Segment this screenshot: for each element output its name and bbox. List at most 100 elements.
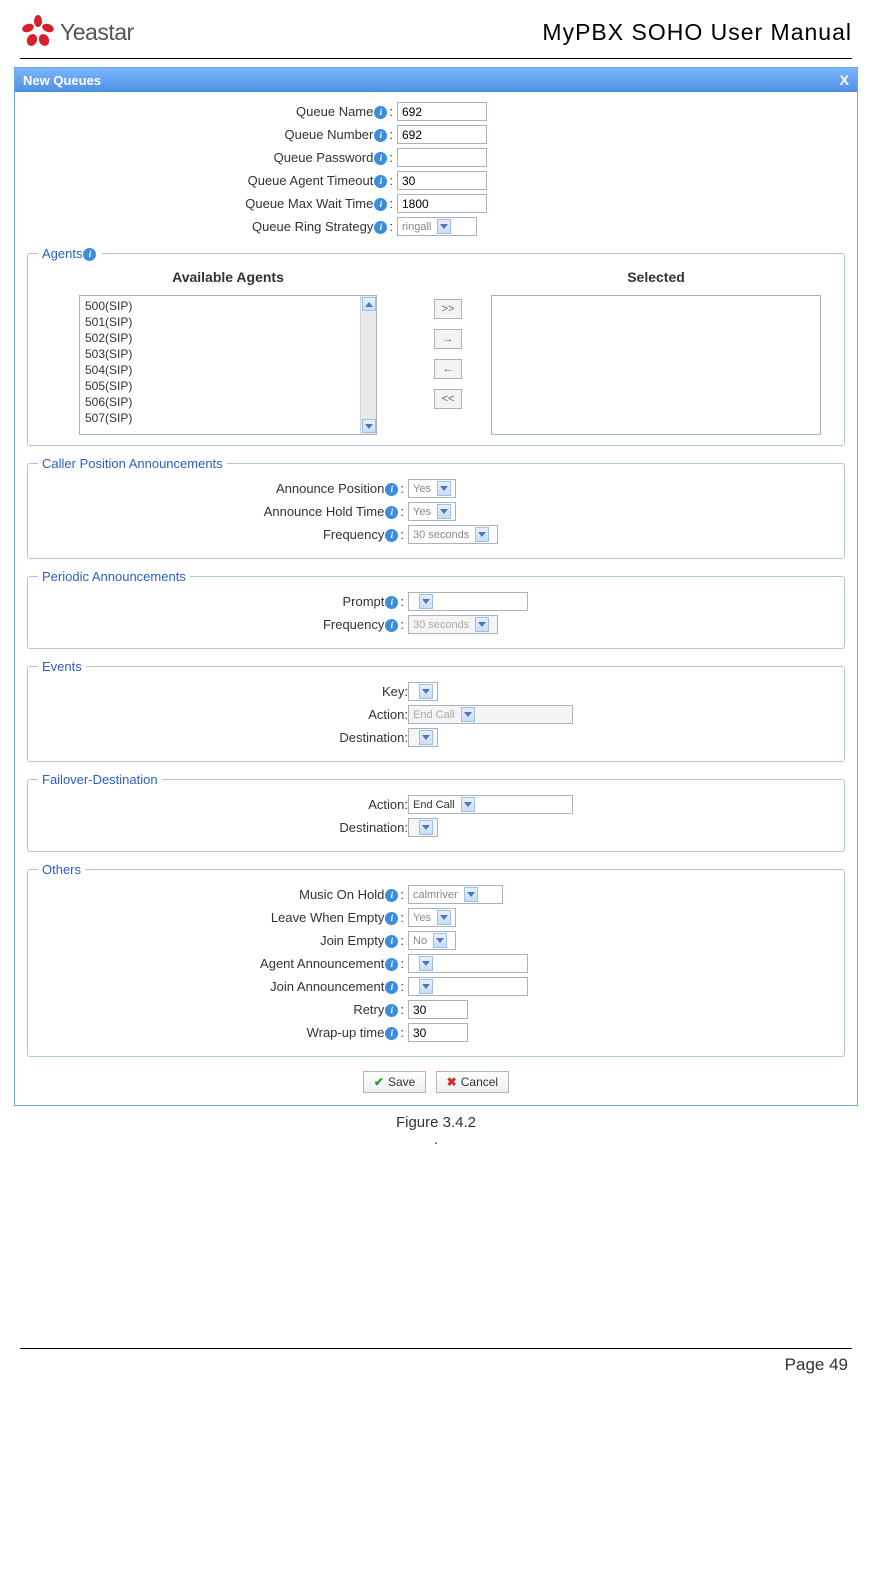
info-icon[interactable]: i	[385, 958, 398, 971]
join-empty-select[interactable]: No	[408, 931, 456, 950]
move-all-right-button[interactable]: >>	[434, 299, 462, 319]
info-icon[interactable]: i	[374, 221, 387, 234]
caller-position-fieldset: Caller Position Announcements Announce P…	[27, 456, 845, 559]
periodic-legend: Periodic Announcements	[38, 569, 190, 584]
info-icon[interactable]: i	[374, 152, 387, 165]
announce-hold-label: Announce Hold Time	[264, 504, 385, 519]
info-icon[interactable]: i	[374, 106, 387, 119]
chevron-down-icon	[464, 887, 478, 902]
prompt-select[interactable]	[408, 592, 528, 611]
logo-icon	[20, 14, 56, 50]
fo-destination-label: Destination:	[339, 820, 408, 835]
wrapup-label: Wrap-up time	[307, 1025, 385, 1040]
retry-input[interactable]	[408, 1000, 468, 1019]
queue-password-input[interactable]	[397, 148, 487, 167]
chevron-down-icon	[419, 820, 433, 835]
move-right-button[interactable]: →	[434, 329, 462, 349]
chevron-down-icon	[461, 707, 475, 722]
list-item[interactable]: 507(SIP)	[82, 410, 358, 426]
available-agents-title: Available Agents	[172, 269, 284, 285]
info-icon[interactable]: i	[374, 129, 387, 142]
scrollbar[interactable]	[360, 296, 376, 434]
others-fieldset: Others Music On Holdi:calmriver Leave Wh…	[27, 862, 845, 1057]
info-icon[interactable]: i	[385, 483, 398, 496]
info-icon[interactable]: i	[374, 198, 387, 211]
move-left-button[interactable]: ←	[434, 359, 462, 379]
scroll-down-icon[interactable]	[362, 419, 376, 433]
list-item[interactable]: 500(SIP)	[82, 298, 358, 314]
logo: Yeastar	[20, 14, 134, 50]
info-icon[interactable]: i	[385, 1004, 398, 1017]
figure-period: .	[14, 1131, 858, 1148]
list-item[interactable]: 506(SIP)	[82, 394, 358, 410]
window-titlebar: New Queues X	[15, 68, 857, 92]
save-button[interactable]: ✔Save	[363, 1071, 426, 1093]
key-label: Key:	[382, 684, 408, 699]
queue-password-label: Queue Password	[274, 150, 374, 165]
moh-select[interactable]: calmriver	[408, 885, 503, 904]
selected-agents-listbox[interactable]	[491, 295, 821, 435]
agent-ann-select[interactable]	[408, 954, 528, 973]
fo-action-label: Action:	[368, 797, 408, 812]
figure-caption: Figure 3.4.2	[14, 1114, 858, 1131]
info-icon[interactable]: i	[374, 175, 387, 188]
chevron-down-icon	[419, 684, 433, 699]
chevron-down-icon	[419, 979, 433, 994]
move-all-left-button[interactable]: <<	[434, 389, 462, 409]
queue-name-label: Queue Name	[296, 104, 373, 119]
leave-empty-select[interactable]: Yes	[408, 908, 456, 927]
chevron-down-icon	[419, 730, 433, 745]
list-item[interactable]: 505(SIP)	[82, 378, 358, 394]
events-legend: Events	[38, 659, 86, 674]
info-icon[interactable]: i	[385, 596, 398, 609]
list-item[interactable]: 502(SIP)	[82, 330, 358, 346]
close-icon[interactable]: X	[840, 72, 849, 88]
prompt-label: Prompt	[342, 594, 384, 609]
scroll-up-icon[interactable]	[362, 297, 376, 311]
fo-action-select[interactable]: End Call	[408, 795, 573, 814]
info-icon[interactable]: i	[385, 981, 398, 994]
join-ann-label: Join Announcement	[270, 979, 384, 994]
footer-divider	[20, 1348, 852, 1349]
chevron-down-icon	[437, 910, 451, 925]
retry-label: Retry	[353, 1002, 384, 1017]
chevron-down-icon	[419, 956, 433, 971]
list-item[interactable]: 503(SIP)	[82, 346, 358, 362]
join-ann-select[interactable]	[408, 977, 528, 996]
queue-number-input[interactable]	[397, 125, 487, 144]
info-icon[interactable]: i	[83, 248, 96, 261]
wrapup-input[interactable]	[408, 1023, 468, 1042]
check-icon: ✔	[374, 1075, 384, 1089]
doc-title: MyPBX SOHO User Manual	[542, 19, 852, 46]
announce-position-select[interactable]: Yes	[408, 479, 456, 498]
info-icon[interactable]: i	[385, 529, 398, 542]
info-icon[interactable]: i	[385, 619, 398, 632]
info-icon[interactable]: i	[385, 912, 398, 925]
info-icon[interactable]: i	[385, 889, 398, 902]
new-queues-window: New Queues X Queue Namei: Queue Numberi:…	[14, 67, 858, 1106]
header-divider	[20, 58, 852, 59]
moh-label: Music On Hold	[299, 887, 384, 902]
max-wait-input[interactable]	[397, 194, 487, 213]
failover-legend: Failover-Destination	[38, 772, 162, 787]
pa-frequency-select: 30 seconds	[408, 615, 498, 634]
cancel-button[interactable]: ✖Cancel	[436, 1071, 509, 1093]
agent-timeout-input[interactable]	[397, 171, 487, 190]
key-select[interactable]	[408, 682, 438, 701]
announce-hold-select[interactable]: Yes	[408, 502, 456, 521]
info-icon[interactable]: i	[385, 506, 398, 519]
list-item[interactable]: 504(SIP)	[82, 362, 358, 378]
available-agents-listbox[interactable]: 500(SIP) 501(SIP) 502(SIP) 503(SIP) 504(…	[79, 295, 377, 435]
queue-name-input[interactable]	[397, 102, 487, 121]
info-icon[interactable]: i	[385, 935, 398, 948]
info-icon[interactable]: i	[385, 1027, 398, 1040]
failover-fieldset: Failover-Destination Action:End Call Des…	[27, 772, 845, 852]
ring-strategy-select[interactable]: ringall	[397, 217, 477, 236]
agents-legend: Agents	[42, 246, 82, 261]
cp-frequency-select[interactable]: 30 seconds	[408, 525, 498, 544]
close-icon: ✖	[447, 1075, 457, 1089]
agent-timeout-label: Queue Agent Timeout	[248, 173, 374, 188]
leave-empty-label: Leave When Empty	[271, 910, 384, 925]
list-item[interactable]: 501(SIP)	[82, 314, 358, 330]
ev-destination-select	[408, 728, 438, 747]
